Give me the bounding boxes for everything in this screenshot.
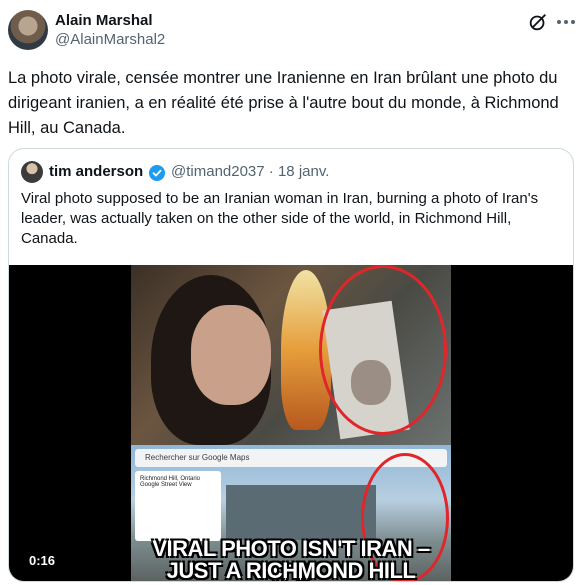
quoted-author-name[interactable]: tim anderson bbox=[49, 163, 143, 180]
verified-badge-icon bbox=[149, 165, 165, 181]
woman-face bbox=[191, 305, 271, 405]
burning-photo-scene bbox=[131, 265, 451, 445]
quoted-date[interactable]: 18 janv. bbox=[278, 163, 329, 180]
meta-separator: · bbox=[268, 163, 274, 180]
author-name[interactable]: Alain Marshal bbox=[55, 12, 153, 29]
grok-icon[interactable] bbox=[527, 11, 549, 33]
author-avatar[interactable] bbox=[8, 10, 48, 50]
video-timestamp: 0:16 bbox=[29, 553, 56, 568]
quoted-tweet[interactable]: tim anderson @timand2037 · 18 janv. Vira… bbox=[8, 148, 574, 582]
maps-place-card: Richmond Hill, Ontario Google Street Vie… bbox=[135, 471, 221, 541]
quoted-avatar[interactable] bbox=[21, 161, 43, 183]
quoted-text: Viral photo supposed to be an Iranian wo… bbox=[21, 190, 539, 247]
video-player[interactable]: Rechercher sur Google Maps Richmond Hill… bbox=[9, 265, 573, 582]
building bbox=[226, 485, 376, 540]
maps-card-subtitle: Google Street View bbox=[140, 482, 192, 488]
more-icon[interactable] bbox=[554, 11, 578, 33]
quoted-meta: @timand2037 · 18 janv. bbox=[171, 163, 329, 180]
quoted-handle[interactable]: @timand2037 bbox=[171, 163, 265, 180]
author-handle[interactable]: @AlainMarshal2 bbox=[55, 31, 165, 48]
video-caption-line-2: JUST A RICHMOND HILL PARKING LOT bbox=[166, 558, 416, 582]
red-annotation-circle bbox=[319, 265, 447, 435]
tweet-text: La photo virale, censée montrer une Iran… bbox=[8, 69, 559, 137]
video-frame: Rechercher sur Google Maps Richmond Hill… bbox=[131, 265, 451, 582]
